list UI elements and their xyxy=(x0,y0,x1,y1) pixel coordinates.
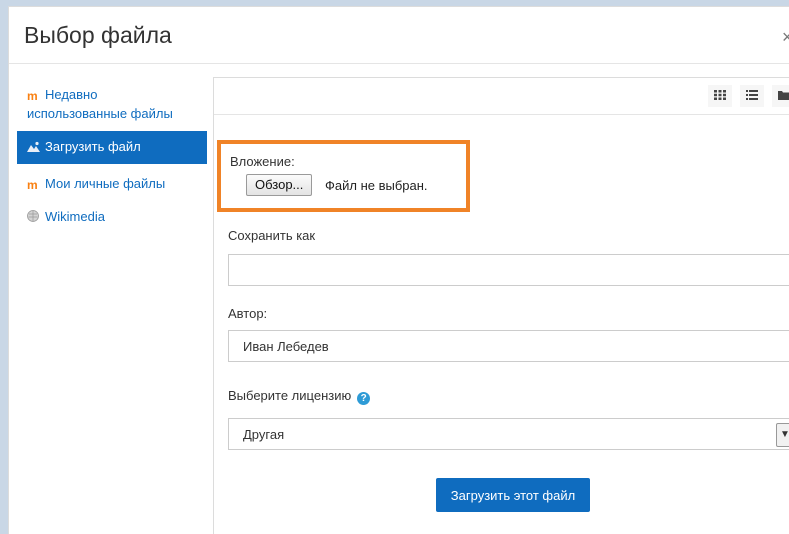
sidebar-item-recent-files[interactable]: m Недавно использованные файлы xyxy=(17,79,207,127)
dialog-title: Выбор файла xyxy=(24,22,172,48)
list-view-icon-svg xyxy=(746,90,758,100)
no-file-text: Файл не выбран. xyxy=(325,178,428,193)
chevron-down-icon[interactable]: ▼ xyxy=(776,423,789,447)
license-select[interactable]: Другая ▼ xyxy=(228,418,789,450)
upload-this-file-button[interactable]: Загрузить этот файл xyxy=(436,478,590,512)
attachment-highlight: Вложение: Обзор... Файл не выбран. xyxy=(217,140,470,212)
folder-view-icon[interactable] xyxy=(772,85,789,107)
globe-icon-svg xyxy=(27,210,39,222)
close-icon[interactable]: × xyxy=(782,27,789,48)
help-icon[interactable]: ? xyxy=(357,392,371,405)
browse-button[interactable]: Обзор... xyxy=(246,174,313,196)
view-toolbar xyxy=(214,78,789,115)
sidebar-item-wikimedia[interactable]: Wikimedia xyxy=(17,201,207,234)
folder-view-icon-svg xyxy=(778,91,789,100)
file-picker-dialog: Выбор файла × mНедавно использованные фа… xyxy=(8,6,789,534)
moodle-icon: m xyxy=(27,89,38,103)
license-label-row: Выберите лицензию? xyxy=(228,388,371,405)
upload-icon-svg xyxy=(27,141,40,152)
grid-view-icon-svg xyxy=(714,90,726,100)
attachment-label: Вложение: xyxy=(230,154,295,169)
author-label: Автор: xyxy=(228,306,268,321)
sidebar-item-upload-file[interactable]: Загрузить файл xyxy=(17,131,207,164)
upload-icon xyxy=(27,140,43,157)
wikimedia-icon xyxy=(27,210,43,227)
sidebar-item-label: Загрузить файл xyxy=(45,139,141,154)
moodle-icon: m xyxy=(27,178,38,192)
sidebar-item-private-files[interactable]: m Мои личные файлы xyxy=(17,168,207,201)
sidebar-item-label: Мои личные файлы xyxy=(45,176,166,191)
save-as-input[interactable] xyxy=(228,254,789,286)
list-view-icon[interactable] xyxy=(740,85,764,107)
license-selected-value: Другая xyxy=(243,427,285,442)
license-label: Выберите лицензию xyxy=(228,388,352,403)
dialog-header: Выбор файла × xyxy=(9,7,789,64)
sidebar-item-label: Wikimedia xyxy=(45,209,105,224)
grid-view-icon[interactable] xyxy=(708,85,732,107)
upload-panel: Вложение: Обзор... Файл не выбран. Сохра… xyxy=(213,77,789,534)
sidebar-item-label: Недавно использованные файлы xyxy=(27,87,173,121)
repository-sidebar: m Недавно использованные файлы Загрузить … xyxy=(17,79,207,234)
author-input[interactable] xyxy=(228,330,789,362)
save-as-label: Сохранить как xyxy=(228,228,316,243)
